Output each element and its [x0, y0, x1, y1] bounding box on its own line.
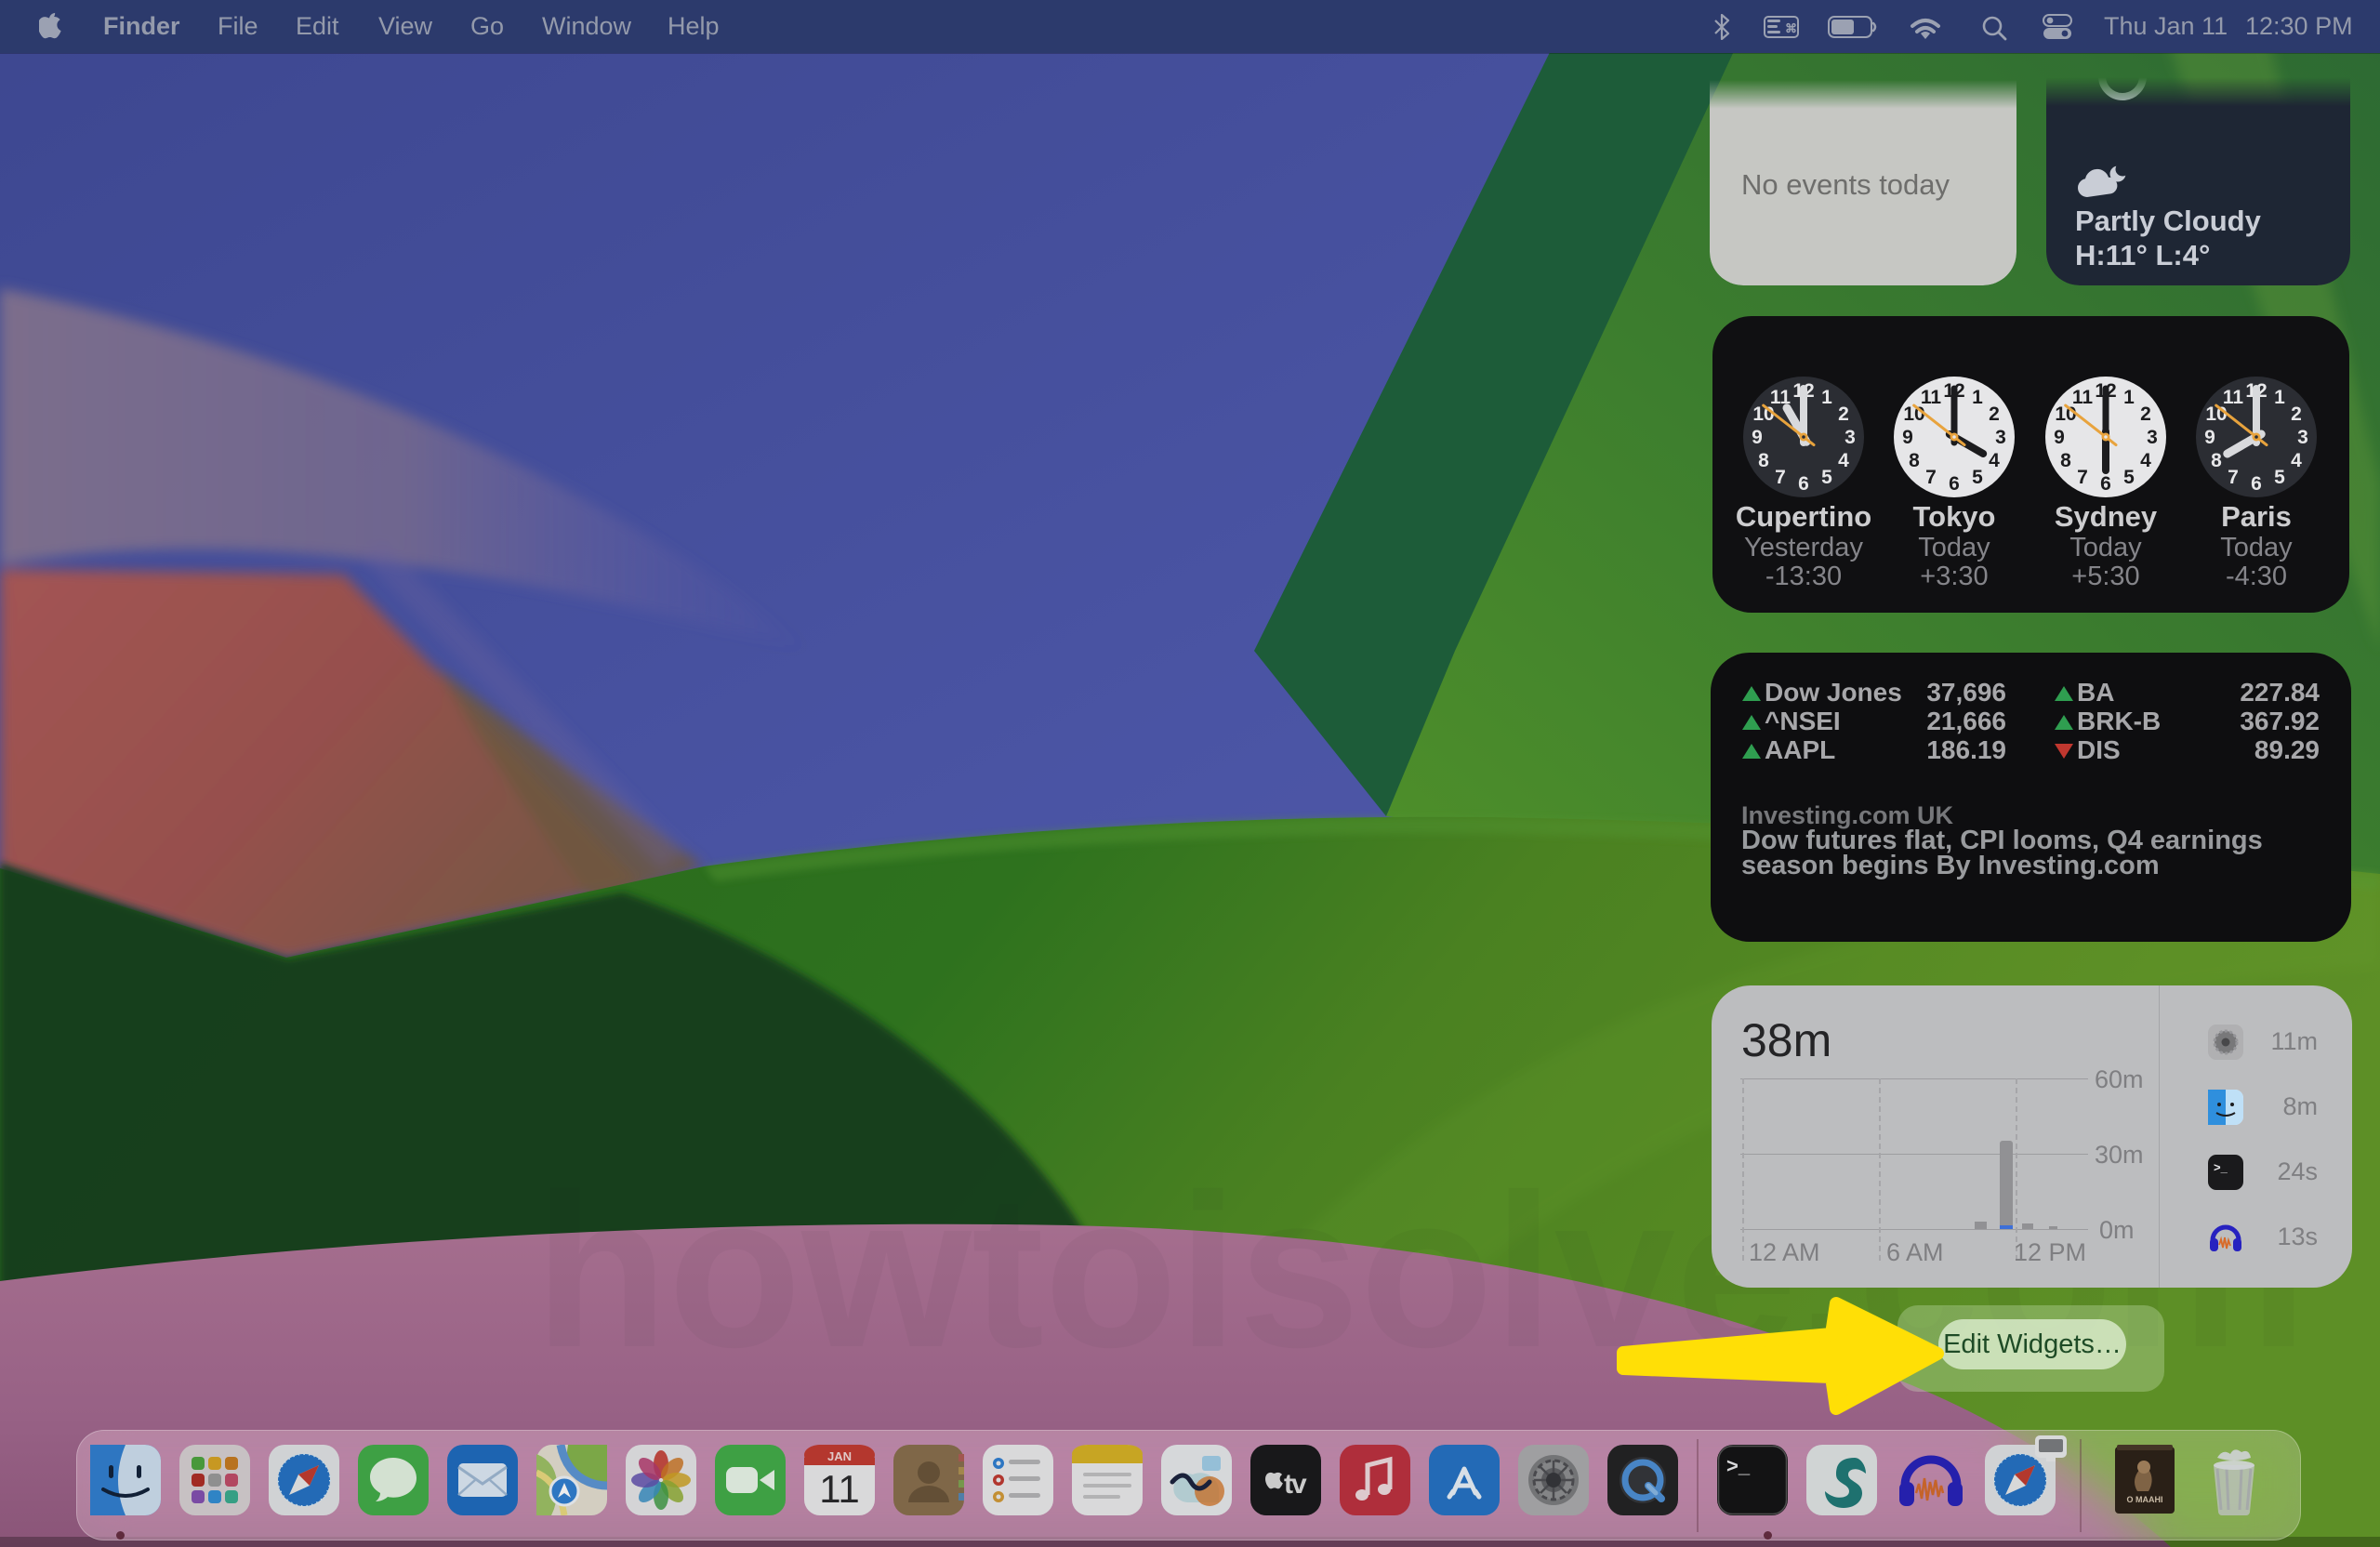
- svg-text:7: 7: [1925, 467, 1937, 488]
- svg-text:1: 1: [1972, 387, 1983, 408]
- svg-text:8: 8: [1909, 450, 1920, 471]
- svg-text:5: 5: [2274, 467, 2285, 488]
- svg-text:3: 3: [2297, 427, 2308, 448]
- svg-text:JAN: JAN: [827, 1449, 852, 1463]
- svg-text:5: 5: [1972, 467, 1983, 488]
- svg-text:4: 4: [2291, 450, 2302, 471]
- svg-text:11: 11: [2072, 387, 2094, 408]
- svg-text:6: 6: [2100, 473, 2111, 495]
- svg-text:9: 9: [1902, 427, 1913, 448]
- svg-text:7: 7: [1775, 467, 1786, 488]
- svg-text:>_: >_: [1726, 1454, 1751, 1477]
- svg-text:1: 1: [2274, 387, 2285, 408]
- svg-text:8: 8: [2211, 450, 2222, 471]
- svg-text:2: 2: [1838, 403, 1849, 425]
- svg-text:9: 9: [2054, 427, 2065, 448]
- svg-text:2: 2: [2140, 403, 2151, 425]
- svg-text:1: 1: [2123, 387, 2135, 408]
- svg-text:⌘: ⌘: [1785, 21, 1797, 35]
- svg-text:7: 7: [2077, 467, 2088, 488]
- svg-text:3: 3: [1844, 427, 1856, 448]
- svg-text:tv: tv: [1284, 1469, 1307, 1500]
- svg-text:8: 8: [1758, 450, 1769, 471]
- svg-text:6: 6: [2251, 473, 2262, 495]
- svg-text:8: 8: [2060, 450, 2071, 471]
- svg-text:4: 4: [1838, 450, 1849, 471]
- svg-text:3: 3: [2147, 427, 2158, 448]
- svg-text:6: 6: [1949, 473, 1960, 495]
- svg-text:11: 11: [819, 1467, 860, 1511]
- svg-text:9: 9: [1752, 427, 1763, 448]
- svg-text:5: 5: [2123, 467, 2135, 488]
- svg-text:4: 4: [1989, 450, 2000, 471]
- svg-text:11: 11: [1921, 387, 1942, 408]
- svg-text:7: 7: [2228, 467, 2239, 488]
- svg-text:5: 5: [1821, 467, 1832, 488]
- svg-text:2: 2: [1989, 403, 2000, 425]
- svg-text:11: 11: [2223, 387, 2244, 408]
- svg-text:9: 9: [2204, 427, 2215, 448]
- svg-text:3: 3: [1995, 427, 2006, 448]
- svg-text:>_: >_: [2214, 1160, 2228, 1174]
- svg-text:O MAAHI: O MAAHI: [2127, 1495, 2163, 1504]
- svg-text:4: 4: [2140, 450, 2151, 471]
- svg-text:6: 6: [1798, 473, 1809, 495]
- svg-text:2: 2: [2291, 403, 2302, 425]
- svg-text:1: 1: [1821, 387, 1832, 408]
